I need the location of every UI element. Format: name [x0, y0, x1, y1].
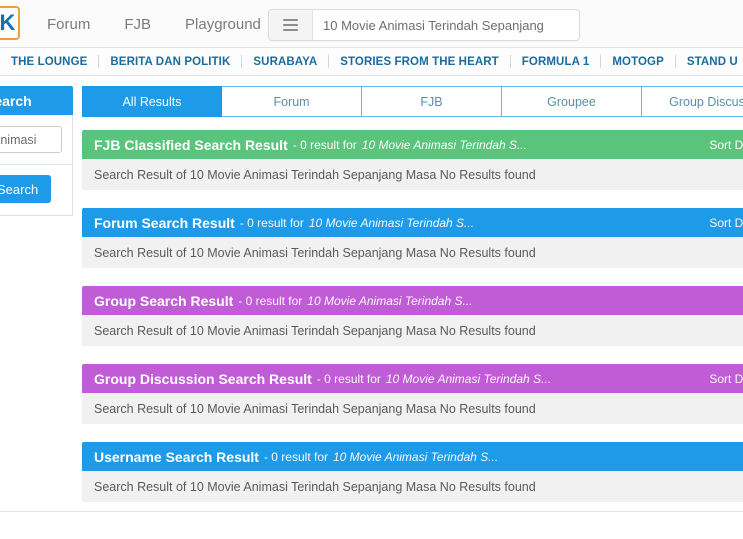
- result-card-sort-button[interactable]: Sort De: [689, 216, 743, 230]
- result-card-body: Search Result of 10 Movie Animasi Terind…: [82, 237, 743, 268]
- nav-link-playground[interactable]: Playground: [168, 16, 278, 33]
- category-berita-dan-politik[interactable]: BERITA DAN POLITIK: [99, 56, 241, 68]
- result-card-body: Search Result of 10 Movie Animasi Terind…: [82, 471, 743, 502]
- result-card-header: Group Search Result - 0 result for 10 Mo…: [82, 286, 743, 315]
- result-card-count: - 0 result for: [238, 293, 303, 308]
- category-motogp[interactable]: MOTOGP: [601, 56, 675, 68]
- result-card-username: Username Search Result - 0 result for 10…: [82, 442, 743, 502]
- site-logo[interactable]: K: [0, 6, 20, 40]
- result-card-count: - 0 result for: [292, 137, 357, 152]
- tab-forum[interactable]: Forum: [222, 86, 362, 117]
- result-card-body: Search Result of 10 Movie Animasi Terind…: [82, 159, 743, 190]
- result-card-sort-button[interactable]: Sort De: [689, 372, 743, 386]
- primary-nav: Forum FJB Playground: [30, 0, 278, 48]
- result-card-title: Username Search Result: [94, 448, 259, 465]
- top-navbar: K Forum FJB Playground: [0, 0, 743, 48]
- result-card-header: Username Search Result - 0 result for 10…: [82, 442, 743, 471]
- hamburger-line: [283, 29, 298, 31]
- result-card-sort-button[interactable]: Sort De: [689, 138, 743, 152]
- result-card-count: - 0 result for: [316, 371, 381, 386]
- tab-group-discussion[interactable]: Group Discussi: [642, 86, 743, 117]
- result-card-body: Search Result of 10 Movie Animasi Terind…: [82, 393, 743, 424]
- result-card-title: Group Discussion Search Result: [94, 370, 312, 387]
- hamburger-line: [283, 24, 298, 26]
- category-the-lounge[interactable]: THE LOUNGE: [0, 56, 98, 68]
- result-card-group: Group Search Result - 0 result for 10 Mo…: [82, 286, 743, 346]
- search-sidebar: Search Search: [0, 86, 73, 216]
- result-card-title: Group Search Result: [94, 292, 234, 309]
- results-tabstrip: All Results Forum FJB Groupee Group Disc…: [82, 86, 743, 117]
- category-navbar: THE LOUNGE BERITA DAN POLITIK SURABAYA S…: [0, 48, 743, 76]
- result-card-body: Search Result of 10 Movie Animasi Terind…: [82, 315, 743, 346]
- result-card-title: FJB Classified Search Result: [94, 136, 288, 153]
- sidebar-search-button[interactable]: Search: [0, 175, 52, 203]
- nav-link-fjb[interactable]: FJB: [107, 16, 168, 33]
- result-card-header: Group Discussion Search Result - 0 resul…: [82, 364, 743, 393]
- category-formula-1[interactable]: FORMULA 1: [511, 56, 601, 68]
- sidebar-search-input[interactable]: [0, 126, 62, 153]
- category-stand-up[interactable]: STAND U: [676, 56, 743, 68]
- result-card-query: 10 Movie Animasi Terindah S...: [307, 293, 473, 308]
- global-search-input[interactable]: [313, 10, 579, 40]
- category-stories-from-the-heart[interactable]: STORIES FROM THE HEART: [329, 56, 510, 68]
- global-search-bar: [268, 9, 580, 41]
- hamburger-line: [283, 19, 298, 21]
- result-card-fjb-classified: FJB Classified Search Result - 0 result …: [82, 130, 743, 190]
- logo-letter: K: [0, 10, 16, 35]
- sidebar-header: Search: [0, 86, 73, 115]
- results-list: FJB Classified Search Result - 0 result …: [82, 130, 743, 520]
- tab-all-results[interactable]: All Results: [82, 86, 222, 117]
- sidebar-body: Search: [0, 115, 73, 216]
- nav-link-forum[interactable]: Forum: [30, 16, 107, 33]
- result-card-header: Forum Search Result - 0 result for 10 Mo…: [82, 208, 743, 237]
- result-card-query: 10 Movie Animasi Terindah S...: [333, 449, 499, 464]
- result-card-query: 10 Movie Animasi Terindah S...: [361, 137, 527, 152]
- tab-groupee[interactable]: Groupee: [502, 86, 642, 117]
- result-card-title: Forum Search Result: [94, 214, 235, 231]
- result-card-count: - 0 result for: [239, 215, 304, 230]
- sidebar-divider: [0, 164, 72, 165]
- hamburger-icon[interactable]: [269, 10, 313, 40]
- result-card-group-discussion: Group Discussion Search Result - 0 resul…: [82, 364, 743, 424]
- tab-fjb[interactable]: FJB: [362, 86, 502, 117]
- result-card-query: 10 Movie Animasi Terindah S...: [308, 215, 475, 230]
- result-card-query: 10 Movie Animasi Terindah S...: [385, 371, 552, 386]
- result-card-forum: Forum Search Result - 0 result for 10 Mo…: [82, 208, 743, 268]
- category-surabaya[interactable]: SURABAYA: [242, 56, 328, 68]
- page-content: Search Search All Results Forum FJB Grou…: [0, 77, 743, 512]
- result-card-count: - 0 result for: [263, 449, 328, 464]
- result-card-header: FJB Classified Search Result - 0 result …: [82, 130, 743, 159]
